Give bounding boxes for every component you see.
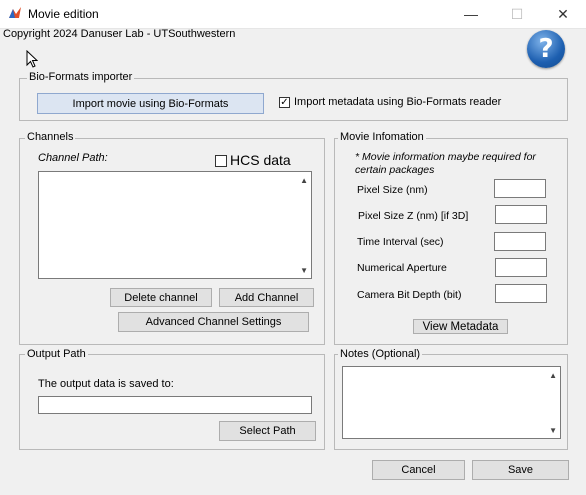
window-title: Movie edition: [28, 7, 99, 21]
advanced-channel-settings-button[interactable]: Advanced Channel Settings: [118, 312, 309, 332]
import-movie-button[interactable]: Import movie using Bio-Formats: [37, 93, 264, 114]
numerical-aperture-input[interactable]: [495, 258, 547, 277]
hcs-checkbox[interactable]: [215, 155, 227, 167]
maximize-button[interactable]: ☐: [494, 0, 540, 28]
bioformats-legend: Bio-Formats importer: [27, 71, 135, 83]
import-metadata-label: Import metadata using Bio-Formats reader: [294, 96, 502, 108]
time-interval-label: Time Interval (sec): [357, 236, 444, 248]
output-legend: Output Path: [25, 348, 88, 360]
select-path-button[interactable]: Select Path: [219, 421, 316, 441]
copyright-text: Copyright 2024 Danuser Lab - UTSouthwest…: [3, 28, 236, 40]
title-bar: Movie edition — ☐ ✕: [0, 0, 586, 29]
pixel-size-z-label: Pixel Size Z (nm) [if 3D]: [358, 210, 469, 222]
cancel-button[interactable]: Cancel: [372, 460, 465, 480]
scroll-down-icon[interactable]: ▼: [300, 266, 308, 275]
camera-bit-depth-input[interactable]: [495, 284, 547, 303]
channel-path-label: Channel Path:: [38, 152, 108, 164]
scroll-up-icon[interactable]: ▲: [300, 176, 308, 185]
import-metadata-checkbox[interactable]: ✓: [279, 97, 290, 108]
output-path-field[interactable]: [38, 396, 312, 414]
movie-info-note: * Movie information maybe required for c…: [355, 151, 536, 176]
view-metadata-button[interactable]: View Metadata: [413, 319, 508, 334]
close-button[interactable]: ✕: [540, 0, 586, 28]
time-interval-input[interactable]: [494, 232, 546, 251]
pixel-size-input[interactable]: [494, 179, 546, 198]
camera-bit-depth-label: Camera Bit Depth (bit): [357, 289, 462, 301]
notes-scroll-up-icon[interactable]: ▲: [549, 371, 557, 380]
add-channel-button[interactable]: Add Channel: [219, 288, 314, 307]
channels-legend: Channels: [25, 131, 76, 143]
save-button[interactable]: Save: [472, 460, 569, 480]
notes-legend: Notes (Optional): [338, 348, 423, 360]
movie-info-legend: Movie Infomation: [338, 131, 426, 143]
minimize-button[interactable]: —: [448, 0, 494, 28]
pixel-size-z-input[interactable]: [495, 205, 547, 224]
app-icon: [8, 6, 22, 20]
hcs-label: HCS data: [230, 152, 291, 168]
channel-path-list[interactable]: ▲ ▼: [38, 171, 312, 279]
pixel-size-label: Pixel Size (nm): [357, 184, 428, 196]
numerical-aperture-label: Numerical Aperture: [357, 262, 447, 274]
mouse-cursor-icon: [26, 49, 39, 71]
notes-textarea[interactable]: ▲ ▼: [342, 366, 561, 439]
delete-channel-button[interactable]: Delete channel: [110, 288, 212, 307]
help-icon[interactable]: ?: [527, 30, 565, 68]
output-label: The output data is saved to:: [38, 378, 174, 390]
notes-scroll-down-icon[interactable]: ▼: [549, 426, 557, 435]
